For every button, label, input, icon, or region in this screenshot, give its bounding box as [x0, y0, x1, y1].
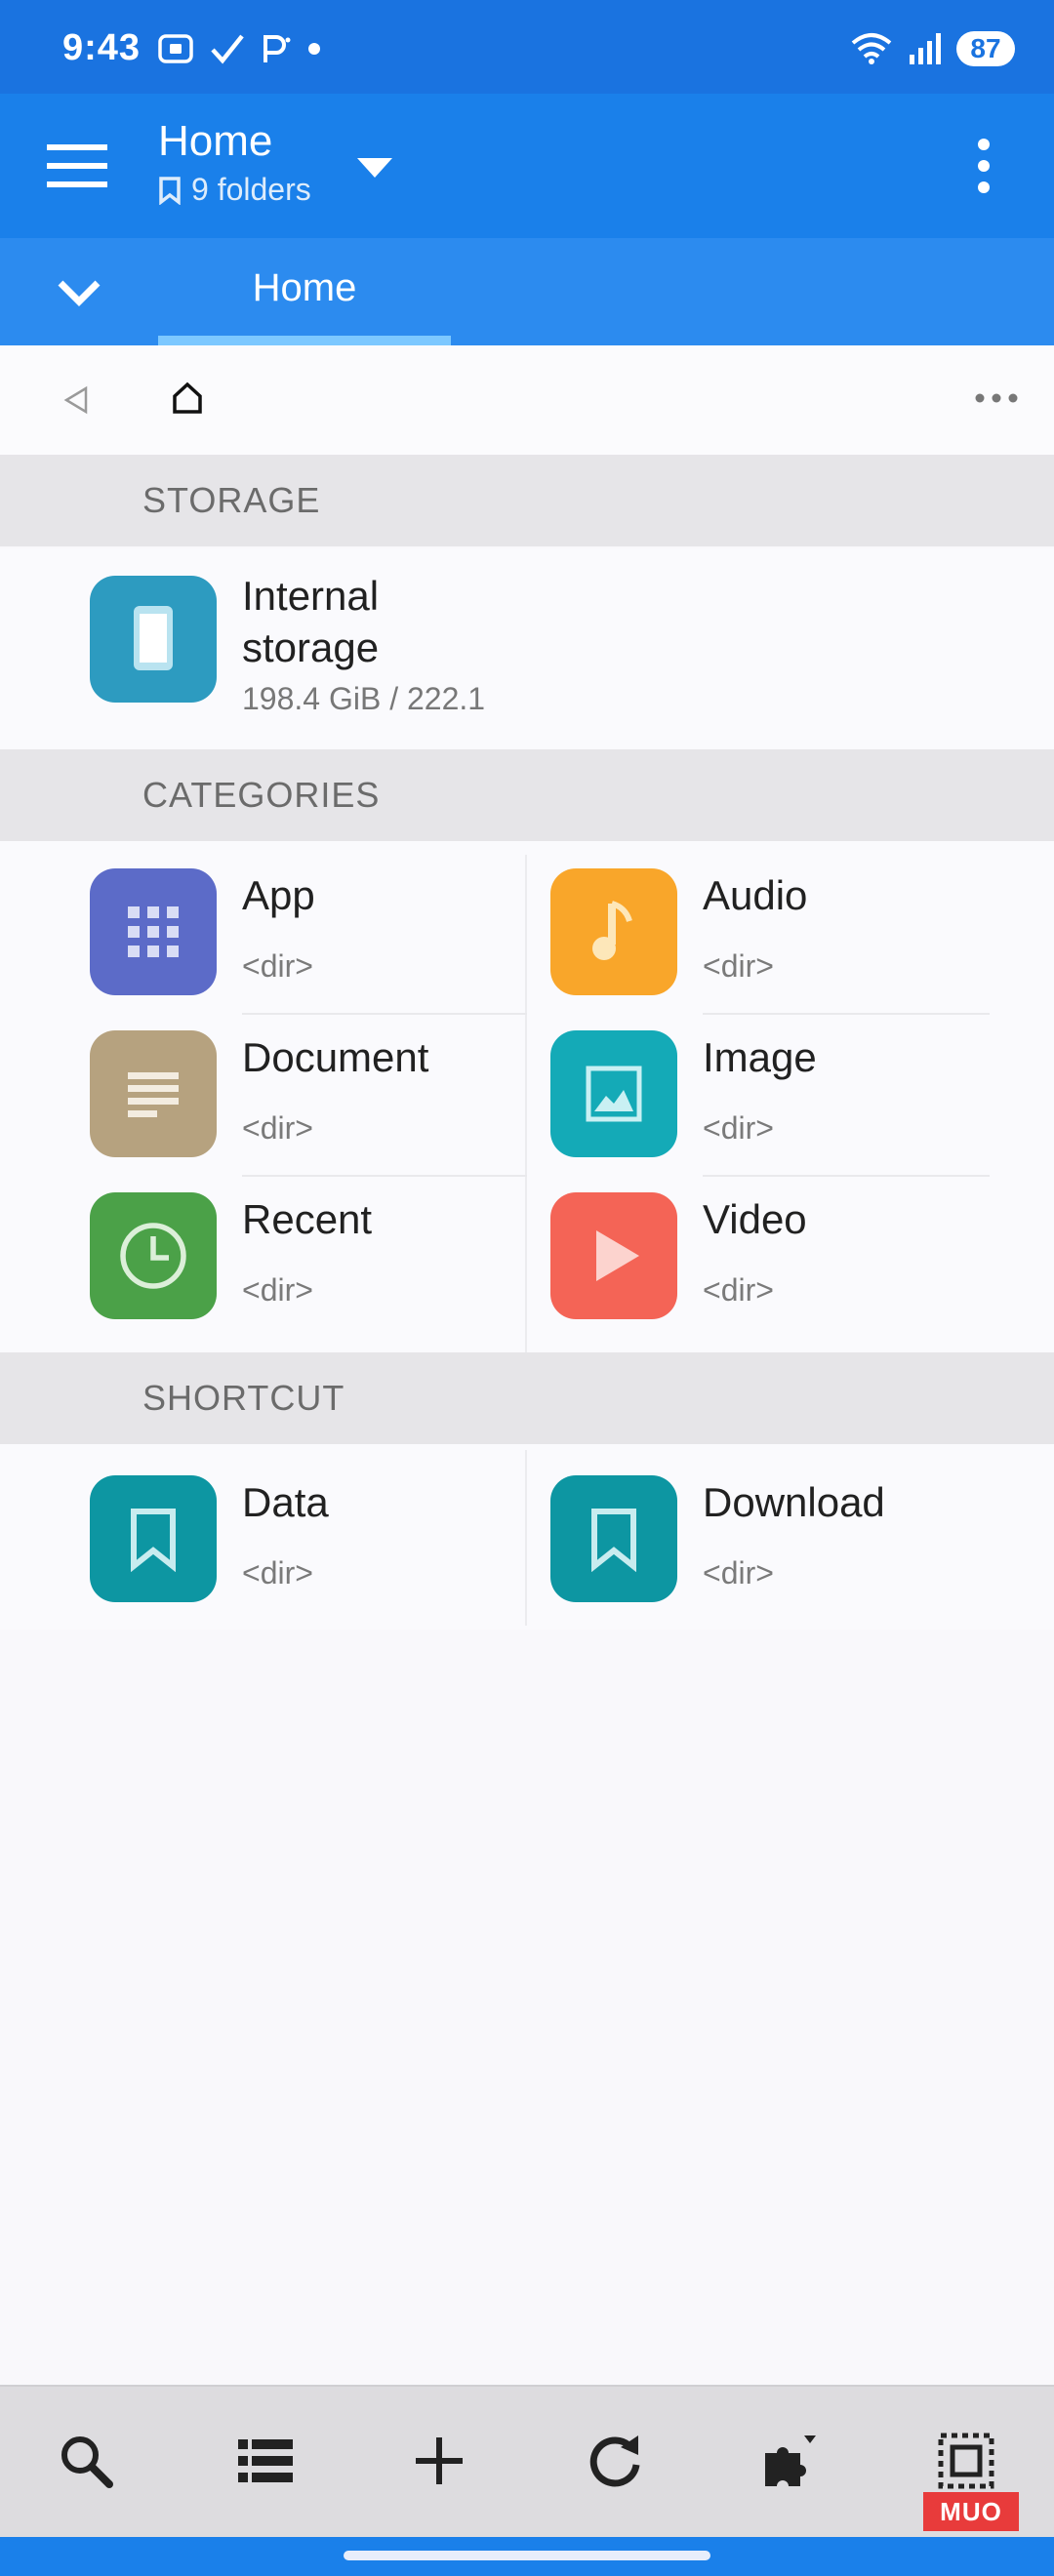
category-document[interactable]: Document <dir> [0, 1013, 527, 1175]
apps-grid-icon [90, 868, 217, 995]
section-title: CATEGORIES [142, 775, 381, 815]
wifi-icon [851, 33, 892, 64]
app-title: Home [158, 117, 273, 165]
list-view-button[interactable] [234, 2430, 297, 2492]
section-header-categories: CATEGORIES [0, 749, 1054, 841]
battery-indicator: 87 [956, 31, 1015, 66]
add-button[interactable] [408, 2430, 470, 2492]
category-name: App [242, 872, 315, 918]
storage-name: Internal storage [242, 573, 380, 670]
folder-count: 9 folders [191, 172, 311, 207]
category-type: <dir> [242, 1110, 313, 1146]
app-bar: Home 9 folders [0, 94, 1054, 238]
category-type: <dir> [703, 1110, 774, 1146]
check-icon [211, 34, 244, 64]
plugin-icon [765, 2435, 816, 2486]
tab-home[interactable]: Home [158, 238, 451, 345]
search-icon [61, 2436, 113, 2488]
back-arrow-icon[interactable] [62, 382, 92, 418]
category-name: Video [703, 1196, 807, 1242]
dropdown-arrow-icon[interactable] [353, 150, 396, 183]
tab-indicator [158, 336, 451, 345]
app-subtitle: 9 folders [158, 172, 311, 208]
category-audio[interactable]: Audio <dir> [527, 851, 1054, 1013]
gesture-handle[interactable] [344, 2551, 710, 2560]
clock-icon [90, 1192, 217, 1319]
status-time: 9:43 [62, 27, 142, 68]
breadcrumb [0, 345, 1054, 455]
refresh-icon [589, 2435, 640, 2487]
notification-icons [156, 29, 322, 68]
phone-icon [90, 576, 217, 703]
select-icon [938, 2433, 994, 2489]
tab-label: Home [252, 266, 357, 309]
plugins-button[interactable] [757, 2430, 820, 2492]
screenshot-icon [158, 34, 193, 63]
category-image[interactable]: Image <dir> [527, 1013, 1054, 1175]
document-icon [90, 1030, 217, 1157]
shortcut-name: Download [703, 1479, 885, 1525]
add-icon [416, 2437, 463, 2484]
category-name: Recent [242, 1196, 373, 1242]
section-header-shortcut: SHORTCUT [0, 1352, 1054, 1444]
shortcut-type: <dir> [703, 1555, 774, 1590]
parking-icon [264, 35, 291, 62]
status-bar: 9:43 87 [0, 0, 1054, 94]
refresh-button[interactable] [584, 2430, 646, 2492]
music-note-icon [550, 868, 677, 995]
bookmark-icon [90, 1475, 217, 1602]
category-recent[interactable]: Recent <dir> [0, 1175, 527, 1337]
section-title: STORAGE [142, 480, 321, 520]
list-view-icon [238, 2439, 293, 2482]
category-app[interactable]: App <dir> [0, 851, 527, 1013]
play-icon [550, 1192, 677, 1319]
category-type: <dir> [703, 1272, 774, 1308]
shortcuts-grid: Data <dir> Download <dir> [0, 1444, 1054, 1630]
storage-item-internal[interactable]: Internal storage 198.4 GiB / 222.1 [0, 548, 1054, 749]
system-icons: 87 [849, 29, 1015, 68]
category-name: Audio [703, 872, 808, 918]
tab-bar: Home [0, 238, 1054, 345]
category-type: <dir> [242, 948, 313, 984]
watermark-logo: MUO [923, 2492, 1019, 2531]
dot-icon [308, 43, 320, 55]
section-title: SHORTCUT [142, 1378, 345, 1418]
bookmark-icon [550, 1475, 677, 1602]
search-button[interactable] [55, 2430, 117, 2492]
category-name: Image [703, 1034, 817, 1080]
categories-grid: App <dir> Audio <dir> Document <dir> Ima… [0, 841, 1054, 1352]
bookmark-icon [159, 176, 181, 205]
menu-icon[interactable] [45, 139, 109, 193]
more-horiz-icon[interactable] [974, 388, 1019, 408]
category-type: <dir> [242, 1272, 313, 1308]
shortcut-name: Data [242, 1479, 329, 1525]
category-name: Document [242, 1034, 429, 1080]
category-video[interactable]: Video <dir> [527, 1175, 1054, 1337]
select-button[interactable] [935, 2430, 997, 2492]
shortcut-data[interactable]: Data <dir> [0, 1458, 527, 1620]
signal-icon [910, 33, 941, 64]
image-icon [550, 1030, 677, 1157]
bottom-toolbar [0, 2385, 1054, 2539]
more-vert-icon[interactable] [966, 135, 1001, 197]
section-header-storage: STORAGE [0, 455, 1054, 546]
shortcut-download[interactable]: Download <dir> [527, 1458, 1054, 1620]
home-icon[interactable] [170, 381, 205, 416]
chevron-down-icon[interactable] [53, 271, 105, 314]
storage-size: 198.4 GiB / 222.1 [242, 681, 486, 716]
category-type: <dir> [703, 948, 774, 984]
navigation-bar [0, 2537, 1054, 2576]
shortcut-type: <dir> [242, 1555, 313, 1590]
title-block[interactable]: Home 9 folders [158, 117, 311, 208]
